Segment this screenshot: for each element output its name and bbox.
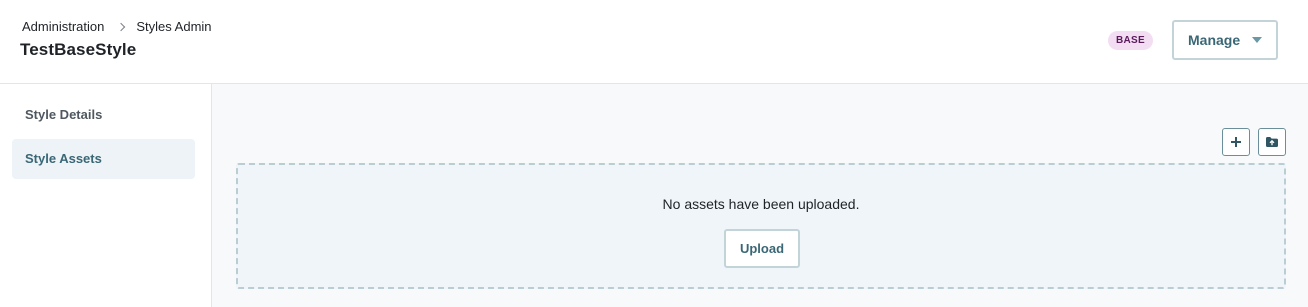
breadcrumb-administration[interactable]: Administration: [22, 19, 104, 34]
caret-down-icon: [1252, 37, 1263, 43]
empty-state-message: No assets have been uploaded.: [662, 196, 860, 212]
sidebar-item-style-details[interactable]: Style Details: [12, 95, 195, 135]
chevron-right-icon: [117, 22, 126, 31]
assets-panel: No assets have been uploaded. Upload: [212, 84, 1308, 307]
add-asset-button[interactable]: [1222, 128, 1250, 156]
plus-icon: [1231, 137, 1241, 147]
asset-dropzone[interactable]: No assets have been uploaded. Upload: [236, 163, 1286, 289]
sidebar: Style Details Style Assets: [0, 84, 212, 307]
manage-button-label: Manage: [1188, 32, 1241, 48]
status-badge: BASE: [1108, 31, 1153, 50]
page-title: TestBaseStyle: [20, 40, 137, 59]
manage-button[interactable]: Manage: [1172, 20, 1278, 60]
breadcrumb-styles-admin[interactable]: Styles Admin: [136, 19, 211, 34]
folder-upload-icon: [1266, 137, 1278, 147]
upload-folder-button[interactable]: [1258, 128, 1286, 156]
upload-button[interactable]: Upload: [724, 229, 800, 268]
page-header: Administration Styles Admin TestBaseStyl…: [0, 0, 1308, 84]
breadcrumb: Administration Styles Admin: [22, 19, 212, 34]
sidebar-item-style-assets[interactable]: Style Assets: [12, 139, 195, 179]
